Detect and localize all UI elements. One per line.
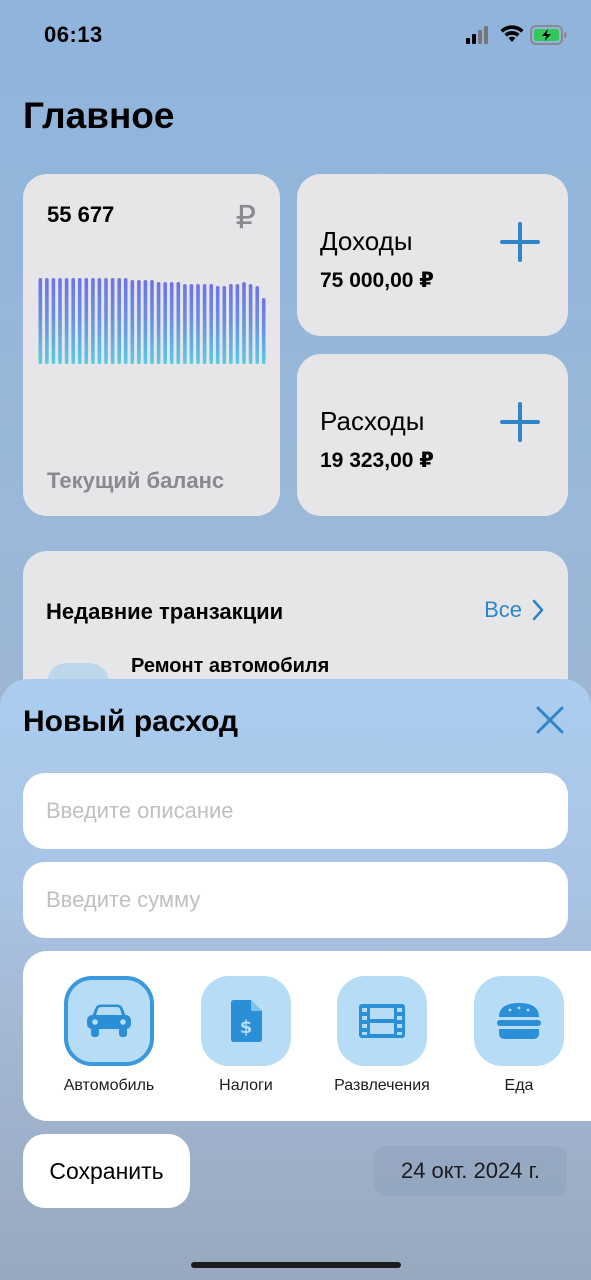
expense-title: Расходы xyxy=(320,406,425,436)
balance-bar xyxy=(229,284,233,364)
balance-bar xyxy=(156,282,161,364)
category-taxes-button[interactable]: $ xyxy=(201,976,291,1066)
date-picker[interactable]: 24 окт. 2024 г. xyxy=(374,1146,567,1196)
new-expense-sheet: Новый расход Автомобиль xyxy=(0,679,591,1280)
balance-bar xyxy=(84,278,89,364)
balance-bar xyxy=(91,278,95,364)
close-icon[interactable] xyxy=(535,705,565,735)
svg-text:$: $ xyxy=(240,1017,253,1038)
description-input[interactable] xyxy=(23,773,568,849)
transaction-title[interactable]: Ремонт автомобиля xyxy=(131,655,329,678)
burger-icon xyxy=(497,1003,541,1039)
category-label: Еда xyxy=(504,1077,534,1094)
income-card[interactable]: Доходы 75 000,00 ₽ xyxy=(297,174,568,336)
balance-label: Текущий баланс xyxy=(47,468,225,493)
balance-bar xyxy=(97,278,102,364)
ruble-icon: ₽ xyxy=(235,199,256,235)
category-label: Налоги xyxy=(219,1077,273,1094)
car-icon xyxy=(87,1004,131,1037)
balance-bar xyxy=(209,284,213,364)
balance-bar xyxy=(169,282,174,364)
balance-bar xyxy=(64,278,69,364)
battery-charging-icon xyxy=(530,25,567,45)
tax-document-icon: $ xyxy=(231,1000,262,1042)
category-label: Автомобиль xyxy=(63,1077,155,1094)
balance-bar xyxy=(130,280,135,364)
category-car-button[interactable] xyxy=(64,976,154,1066)
expense-card[interactable]: Расходы 19 323,00 ₽ xyxy=(297,354,568,516)
balance-bar xyxy=(163,282,167,364)
balance-bar xyxy=(222,286,227,364)
category-item-taxes[interactable]: $ Налоги xyxy=(186,976,306,1095)
balance-bar xyxy=(242,282,246,364)
sheet-title: Новый расход xyxy=(23,705,239,738)
balance-bar-chart xyxy=(38,278,266,364)
see-all-link[interactable]: Все xyxy=(484,597,544,623)
save-button[interactable]: Сохранить xyxy=(23,1134,190,1208)
expense-amount: 19 323,00 ₽ xyxy=(320,449,434,472)
balance-bar xyxy=(58,278,62,364)
cellular-signal-icon xyxy=(466,26,488,44)
category-picker[interactable]: Автомобиль $ Налоги Развлечения Еда xyxy=(23,951,591,1121)
balance-bar xyxy=(235,284,240,364)
category-food-button[interactable] xyxy=(474,976,564,1066)
balance-bar xyxy=(123,278,128,364)
balance-bar xyxy=(77,278,82,364)
balance-bar xyxy=(143,280,148,364)
balance-bar xyxy=(137,280,141,364)
balance-bar xyxy=(183,284,187,364)
wifi-icon xyxy=(500,25,524,42)
add-expense-plus-icon[interactable] xyxy=(500,402,540,442)
film-icon xyxy=(359,1004,405,1038)
add-income-plus-icon[interactable] xyxy=(500,222,540,262)
balance-bar xyxy=(196,284,200,364)
balance-bar xyxy=(248,284,253,364)
balance-card[interactable]: 55 677 ₽ Текущий баланс xyxy=(23,174,280,516)
balance-bar xyxy=(117,278,121,364)
balance-bar xyxy=(51,278,56,364)
category-item-food[interactable]: Еда xyxy=(459,976,579,1095)
balance-bar xyxy=(189,284,194,364)
balance-bar xyxy=(202,284,207,364)
amount-input[interactable] xyxy=(23,862,568,938)
page-title: Главное xyxy=(23,95,175,136)
category-item-car[interactable]: Автомобиль xyxy=(49,976,169,1095)
category-label: Развлечения xyxy=(334,1077,430,1094)
status-bar: 06:13 xyxy=(0,0,591,70)
balance-bar xyxy=(38,278,43,364)
balance-value: 55 677 xyxy=(47,202,115,227)
income-title: Доходы xyxy=(320,226,413,256)
balance-bar xyxy=(176,282,181,364)
balance-bar xyxy=(45,278,49,364)
home-indicator xyxy=(191,1262,401,1268)
see-all-label: Все xyxy=(484,597,522,622)
recent-transactions-title: Недавние транзакции xyxy=(46,599,284,624)
balance-bar xyxy=(261,298,266,364)
category-item-entertainment[interactable]: Развлечения xyxy=(322,976,442,1095)
balance-bar xyxy=(215,286,220,364)
category-entertainment-button[interactable] xyxy=(337,976,427,1066)
status-time: 06:13 xyxy=(44,22,103,47)
income-amount: 75 000,00 ₽ xyxy=(320,269,434,292)
balance-bar xyxy=(110,278,115,364)
chevron-right-icon xyxy=(532,599,544,621)
balance-bar xyxy=(150,280,154,364)
balance-bar xyxy=(71,278,75,364)
balance-bar xyxy=(255,286,259,364)
balance-bar xyxy=(104,278,108,364)
